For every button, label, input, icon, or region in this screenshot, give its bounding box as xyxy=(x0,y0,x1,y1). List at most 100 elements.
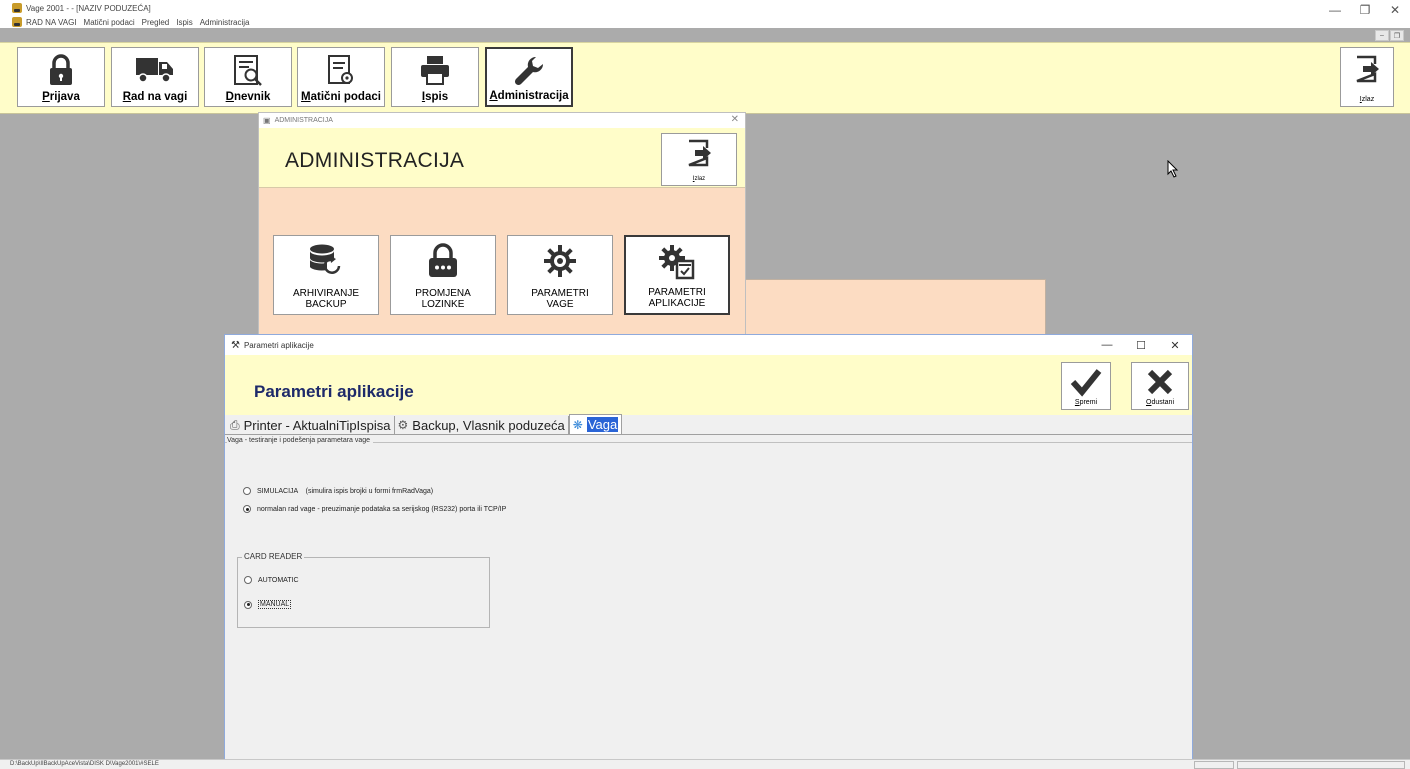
izlaz-button[interactable]: Izlaz xyxy=(1340,47,1394,107)
status-panel xyxy=(1237,761,1405,769)
manual-label: MANUAL xyxy=(258,600,292,609)
izlaz-label: Izlaz xyxy=(1359,96,1375,103)
status-path: D:\BackUp\IIBackUpAceVista\DISK D\Vage20… xyxy=(10,761,159,767)
checkmark-icon xyxy=(1070,369,1102,397)
app-title-text: Vage 2001 - - [NAZIV PODUZEĆA] xyxy=(26,3,151,13)
maticni-podaci-button[interactable]: Matični podaci xyxy=(297,47,385,107)
ispis-label: Ispis xyxy=(421,91,449,103)
rad-na-vagi-label: Rad na vagi xyxy=(122,91,188,103)
manual-radio[interactable]: MANUAL xyxy=(244,600,292,609)
parametri-vage-tile[interactable]: PARAMETRI VAGE xyxy=(507,235,613,315)
automatic-label: AUTOMATIC xyxy=(258,576,299,584)
password-lock-icon xyxy=(429,243,457,277)
rad-na-vagi-button[interactable]: Rad na vagi xyxy=(111,47,199,107)
parametri-window-title: Parametri aplikacije xyxy=(243,340,314,350)
document-gear-icon xyxy=(328,55,353,84)
mouse-cursor-icon xyxy=(1167,160,1179,178)
vaga-icon: ❋ xyxy=(572,417,583,432)
administracija-window-title: ADMINISTRACIJA xyxy=(274,117,333,124)
backup-icon: ⚙ xyxy=(397,418,409,432)
mdi-minimize-icon[interactable]: – xyxy=(1375,30,1389,41)
mdi-controls: – ❐ xyxy=(1375,30,1404,41)
menu-administracija[interactable]: Administracija xyxy=(200,18,250,27)
normalan-rad-radio-button[interactable] xyxy=(243,505,251,513)
parametri-heading: Parametri aplikacije xyxy=(254,382,414,401)
prijava-label: Prijava xyxy=(42,91,80,103)
arhiviranje-backup-label: ARHIVIRANJE BACKUP xyxy=(292,288,360,310)
parametri-aplikacije-window: ⚒ Parametri aplikacije — ☐ ✕ Parametri a… xyxy=(224,334,1193,769)
odustani-button[interactable]: Odustani xyxy=(1131,362,1189,410)
prijava-button[interactable]: Prijava xyxy=(17,47,105,107)
promjena-lozinke-label: PROMJENA LOZINKE xyxy=(415,288,471,310)
status-bar: D:\BackUp\IIBackUpAceVista\DISK D\Vage20… xyxy=(0,759,1410,769)
menu-bar: RAD NA VAGI Matični podaci Pregled Ispis… xyxy=(12,16,257,28)
card-reader-group: CARD READER AUTOMATIC MANUAL xyxy=(237,552,490,628)
tab-printer[interactable]: ⎙ Printer - AktualniTipIspisa xyxy=(227,416,395,434)
cross-icon xyxy=(1147,369,1173,395)
card-reader-legend: CARD READER xyxy=(242,552,305,561)
menu-ispis[interactable]: Ispis xyxy=(176,18,192,27)
app-title-bar: Vage 2001 - - [NAZIV PODUZEĆA] RAD NA VA… xyxy=(0,0,1410,41)
main-toolbar: Prijava Rad na vagi Dnevnik Matični poda… xyxy=(0,42,1410,114)
spremi-label: Spremi xyxy=(1074,399,1098,406)
simulacija-radio[interactable]: SIMULACIJA (simulira ispis brojki u form… xyxy=(243,487,433,495)
gear-icon xyxy=(544,245,576,277)
restore-icon[interactable]: ❐ xyxy=(1350,0,1380,20)
wrench-small-icon: ⚒ xyxy=(231,339,240,351)
parametri-header: Parametri aplikacije Spremi Odustani xyxy=(225,355,1192,415)
odustani-label: Odustani xyxy=(1145,399,1175,406)
minimize-icon[interactable]: — xyxy=(1320,0,1350,20)
administracija-header: ADMINISTRACIJA Izlaz xyxy=(259,128,745,188)
truck-icon xyxy=(136,58,173,83)
tab-backup-vlasnik[interactable]: ⚙ Backup, Vlasnik poduzeća xyxy=(395,416,569,434)
automatic-radio[interactable]: AUTOMATIC xyxy=(244,576,299,584)
spremi-button[interactable]: Spremi xyxy=(1061,362,1111,410)
administracija-titlebar: ▣ ADMINISTRACIJA ✕ xyxy=(259,113,745,128)
exit-icon xyxy=(688,139,711,167)
main-form-background xyxy=(744,279,1046,339)
lock-icon xyxy=(50,54,72,85)
vaga-section-legend: Vaga - testiranje i podešenja parametara… xyxy=(227,437,374,444)
menu-rad-na-vagi[interactable]: RAD NA VAGI xyxy=(26,18,77,27)
dnevnik-label: Dnevnik xyxy=(225,91,271,103)
status-panel xyxy=(1194,761,1234,769)
app-truck-icon xyxy=(12,3,22,13)
arhiviranje-backup-tile[interactable]: ARHIVIRANJE BACKUP xyxy=(273,235,379,315)
simulacija-label: SIMULACIJA (simulira ispis brojki u form… xyxy=(257,487,434,495)
minimize-icon[interactable]: — xyxy=(1090,335,1124,355)
dnevnik-button[interactable]: Dnevnik xyxy=(204,47,292,107)
normalan-rad-radio[interactable]: normalan rad vage - preuzimanje podataka… xyxy=(243,505,506,513)
mdi-restore-icon[interactable]: ❐ xyxy=(1390,30,1404,41)
administracija-label: Administracija xyxy=(489,90,569,102)
window-controls: — ❐ ✕ xyxy=(1320,0,1410,20)
administracija-heading: ADMINISTRACIJA xyxy=(285,149,465,172)
ispis-button[interactable]: Ispis xyxy=(391,47,479,107)
parametri-window-controls: — ☐ ✕ xyxy=(1090,335,1192,355)
close-icon[interactable]: ✕ xyxy=(1380,0,1410,20)
normalan-rad-label: normalan rad vage - preuzimanje podataka… xyxy=(257,505,507,513)
wrench-icon xyxy=(514,56,544,86)
journal-search-icon xyxy=(234,55,262,86)
administracija-button[interactable]: Administracija xyxy=(485,47,573,107)
manual-radio-button[interactable] xyxy=(244,600,252,609)
menu-pregled[interactable]: Pregled xyxy=(142,18,170,27)
administracija-window: ▣ ADMINISTRACIJA ✕ ADMINISTRACIJA Izlaz … xyxy=(258,112,746,352)
app-title: Vage 2001 - - [NAZIV PODUZEĆA] xyxy=(12,2,151,14)
gears-checklist-icon xyxy=(659,245,695,280)
parametri-aplikacije-tile[interactable]: PARAMETRI APLIKACIJE xyxy=(624,235,730,315)
menu-maticni-podaci[interactable]: Matični podaci xyxy=(84,18,135,27)
maximize-icon[interactable]: ☐ xyxy=(1124,335,1158,355)
parametri-aplikacije-label: PARAMETRI APLIKACIJE xyxy=(648,287,706,309)
close-icon[interactable]: ✕ xyxy=(731,114,739,125)
close-icon[interactable]: ✕ xyxy=(1158,335,1192,355)
administracija-izlaz-button[interactable]: Izlaz xyxy=(661,133,737,186)
automatic-radio-button[interactable] xyxy=(244,576,252,584)
printer-icon: ⎙ xyxy=(230,417,240,432)
exit-icon xyxy=(1356,55,1379,83)
maticni-podaci-label: Matični podaci xyxy=(301,91,381,103)
promjena-lozinke-tile[interactable]: PROMJENA LOZINKE xyxy=(390,235,496,315)
parametri-tabs: ⎙ Printer - AktualniTipIspisa ⚙ Backup, … xyxy=(225,414,1192,435)
simulacija-radio-button[interactable] xyxy=(243,487,251,495)
tab-vaga[interactable]: ❋ Vaga xyxy=(568,414,623,434)
parametri-titlebar: ⚒ Parametri aplikacije — ☐ ✕ xyxy=(225,335,1192,355)
